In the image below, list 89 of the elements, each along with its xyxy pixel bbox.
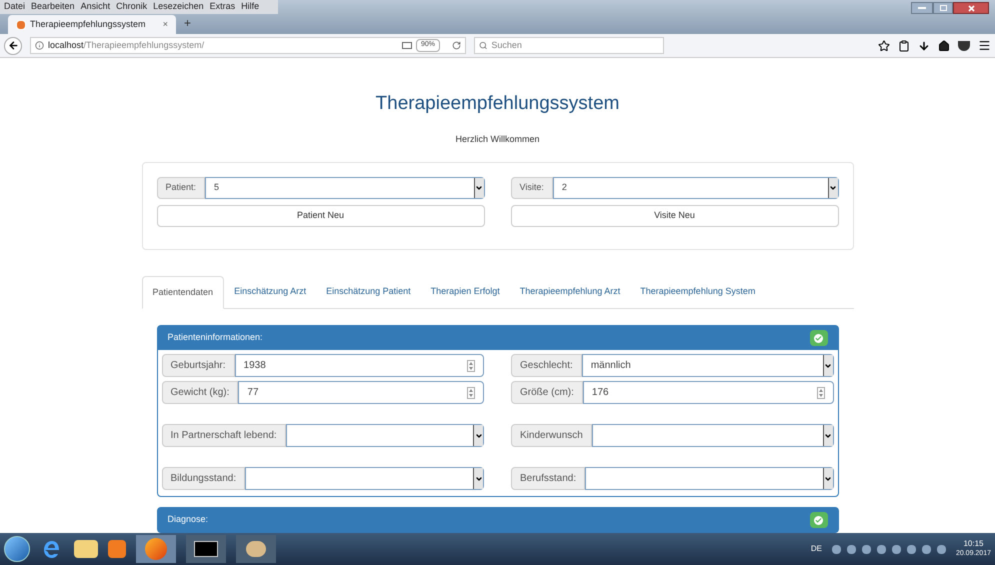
paint-icon[interactable] xyxy=(236,535,276,563)
dropdown[interactable] xyxy=(245,467,484,490)
menu-item[interactable]: Lesezeichen xyxy=(153,0,204,14)
dropdown[interactable]: 2 xyxy=(552,177,838,199)
dropdown[interactable] xyxy=(592,424,834,447)
dropdown-value: 2 xyxy=(560,181,568,194)
menu-item[interactable]: Chronik xyxy=(116,0,148,14)
star-icon[interactable] xyxy=(878,40,890,52)
field-label: Geburtsjahr: xyxy=(162,354,235,377)
tab-title: Therapieempfehlungssystem xyxy=(30,18,147,31)
clock-time: 10:15 xyxy=(963,539,984,549)
page-title: Therapieempfehlungssystem xyxy=(376,92,620,116)
menu-item[interactable]: Ansicht xyxy=(80,0,110,14)
terminal-icon[interactable] xyxy=(186,535,226,563)
info-icon xyxy=(35,41,44,50)
field-label: Gewicht (kg): xyxy=(162,381,238,404)
dropdown[interactable] xyxy=(286,424,484,447)
back-button[interactable] xyxy=(4,36,22,54)
browser-tab[interactable]: Therapieempfehlungssystem × xyxy=(8,15,176,34)
number-field[interactable]: 1938 xyxy=(234,354,484,377)
field-value: 1938 xyxy=(242,359,267,373)
download-icon[interactable] xyxy=(918,40,930,52)
field-label: In Partnerschaft lebend: xyxy=(162,424,286,447)
field-label: Bildungsstand: xyxy=(162,467,246,490)
new-tab-button[interactable]: + xyxy=(184,14,192,32)
pocket-icon[interactable] xyxy=(958,40,970,50)
panel-title: Diagnose: xyxy=(168,513,210,526)
search-input[interactable]: Suchen xyxy=(491,38,659,52)
menu-item[interactable]: Datei xyxy=(4,0,26,14)
clipboard-icon[interactable] xyxy=(898,40,910,52)
field-label: Kinderwunsch xyxy=(511,424,592,447)
dropdown-caret-icon xyxy=(473,468,483,489)
check-icon xyxy=(814,334,823,342)
tab[interactable]: Therapieempfehlung System xyxy=(630,276,766,308)
dropdown-caret-icon xyxy=(473,425,483,446)
tab[interactable]: Einschätzung Arzt xyxy=(224,276,316,308)
spinner-icon xyxy=(467,360,475,372)
selector-label: Patient: xyxy=(156,177,206,199)
dropdown-caret-icon xyxy=(822,468,832,489)
number-field[interactable]: 176 xyxy=(582,381,834,404)
field-value: 77 xyxy=(246,386,260,400)
field-label: Größe (cm): xyxy=(511,381,583,404)
tab[interactable]: Therapieempfehlung Arzt xyxy=(510,276,630,308)
menu-icon[interactable] xyxy=(978,39,991,52)
close-icon[interactable] xyxy=(953,2,989,14)
dropdown[interactable] xyxy=(585,467,834,490)
field-value: männlich xyxy=(590,359,632,373)
dropdown-caret-icon xyxy=(822,355,832,376)
field-label: Berufsstand: xyxy=(511,467,586,490)
start-button[interactable] xyxy=(4,536,30,562)
new-button[interactable]: Patient Neu xyxy=(156,205,484,227)
selector-label: Visite: xyxy=(510,177,553,199)
favicon-icon xyxy=(16,20,26,30)
url-text: localhost/Therapieempfehlungssystem/ xyxy=(48,38,206,52)
home-icon[interactable] xyxy=(938,40,950,52)
dropdown-caret-icon xyxy=(474,178,484,198)
language-indicator[interactable]: DE xyxy=(810,543,822,555)
spinner-icon xyxy=(467,386,475,398)
search-icon xyxy=(479,41,488,50)
welcome-text: Herzlich Willkommen xyxy=(455,132,540,146)
tab-close-button[interactable]: × xyxy=(162,18,168,32)
field-value: 176 xyxy=(590,386,610,400)
spinner-icon xyxy=(816,386,824,398)
tab[interactable]: Therapien Erfolgt xyxy=(420,276,510,308)
search-field[interactable]: Suchen xyxy=(474,37,664,54)
dropdown-caret-icon xyxy=(822,425,832,446)
maximize-icon[interactable] xyxy=(933,2,953,14)
tab[interactable]: Einschätzung Patient xyxy=(316,276,421,308)
check-icon xyxy=(814,516,823,524)
panel-title: Patienteninformationen: xyxy=(168,331,264,344)
tab[interactable]: Patientendaten xyxy=(142,276,224,309)
reload-icon[interactable] xyxy=(452,41,461,50)
menu-item[interactable]: Extras xyxy=(210,0,236,14)
check-button[interactable] xyxy=(810,512,828,528)
minimize-icon[interactable] xyxy=(911,2,933,14)
dropdown-caret-icon xyxy=(828,178,838,198)
new-button[interactable]: Visite Neu xyxy=(510,205,838,227)
folder-icon[interactable] xyxy=(74,540,98,558)
media-player-icon[interactable] xyxy=(108,540,126,558)
dropdown-value: 5 xyxy=(213,181,220,194)
back-arrow-icon xyxy=(8,40,18,51)
menu-item[interactable]: Hilfe xyxy=(241,0,260,14)
field-label: Geschlecht: xyxy=(511,354,582,377)
number-field[interactable]: 77 xyxy=(238,381,484,404)
menu-item[interactable]: Bearbeiten xyxy=(31,0,75,14)
dropdown[interactable]: männlich xyxy=(582,354,834,377)
check-button[interactable] xyxy=(810,330,828,346)
dropdown[interactable]: 5 xyxy=(205,177,484,199)
reader-view-icon[interactable] xyxy=(402,42,412,49)
